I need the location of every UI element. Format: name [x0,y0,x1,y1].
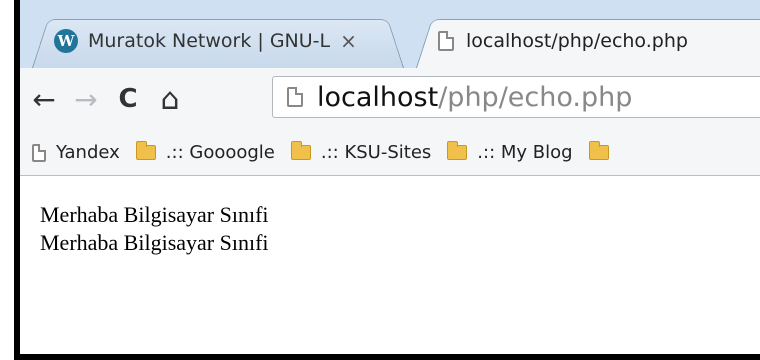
page-icon [438,31,454,51]
bookmark-folder-ksu-sites[interactable]: .:: KSU-Sites [290,141,432,163]
tab-title: Muratok Network | GNU-L [88,30,331,52]
close-tab-icon[interactable]: × [340,29,357,53]
tab-muratok-network[interactable]: W Muratok Network | GNU-L × [32,14,404,69]
page-text-line: Merhaba Bilgisayar Sınıfi [40,202,269,227]
bookmarks-bar: Yandex .:: Goooogle .:: KSU-Sites .:: My… [20,130,760,176]
bookmark-folder-goooogle[interactable]: .:: Goooogle [135,141,275,163]
bookmark-folder-partial[interactable] [588,141,619,160]
folder-icon [588,141,609,160]
tab-echo-php[interactable]: localhost/php/echo.php [416,14,760,69]
bookmark-folder-my-blog[interactable]: .:: My Blog [447,141,573,163]
browser-window: W Muratok Network | GNU-L × localhost/ph… [20,0,760,354]
wordpress-icon: W [54,29,78,53]
tab-title: localhost/php/echo.php [466,30,688,52]
bookmark-yandex[interactable]: Yandex [32,142,120,163]
bookmark-label: .:: KSU-Sites [320,142,432,163]
home-button[interactable]: ⌂ [152,81,188,117]
url-path: /php/echo.php [438,81,633,113]
window-frame: W Muratok Network | GNU-L × localhost/ph… [14,0,760,360]
page-icon [287,87,303,107]
page-content: Merhaba Bilgisayar Sınıfi Merhaba Bilgis… [20,177,760,354]
forward-button[interactable]: → [68,81,104,117]
address-bar[interactable]: localhost/php/echo.php [272,76,760,118]
page-icon [32,143,46,162]
folder-icon [135,141,156,160]
back-button[interactable]: ← [26,81,62,117]
tab-strip: W Muratok Network | GNU-L × localhost/ph… [20,0,760,69]
page-text-line: Merhaba Bilgisayar Sınıfi [40,230,269,255]
bookmark-label: .:: Goooogle [165,142,275,163]
bookmark-label: .:: My Blog [477,142,573,163]
folder-icon [290,141,311,160]
url-host: localhost [317,81,439,113]
reload-button[interactable]: C [110,81,146,117]
folder-icon [447,141,468,160]
bookmark-label: Yandex [56,142,120,163]
navigation-toolbar: ← → C ⌂ localhost/php/echo.php [20,68,760,130]
